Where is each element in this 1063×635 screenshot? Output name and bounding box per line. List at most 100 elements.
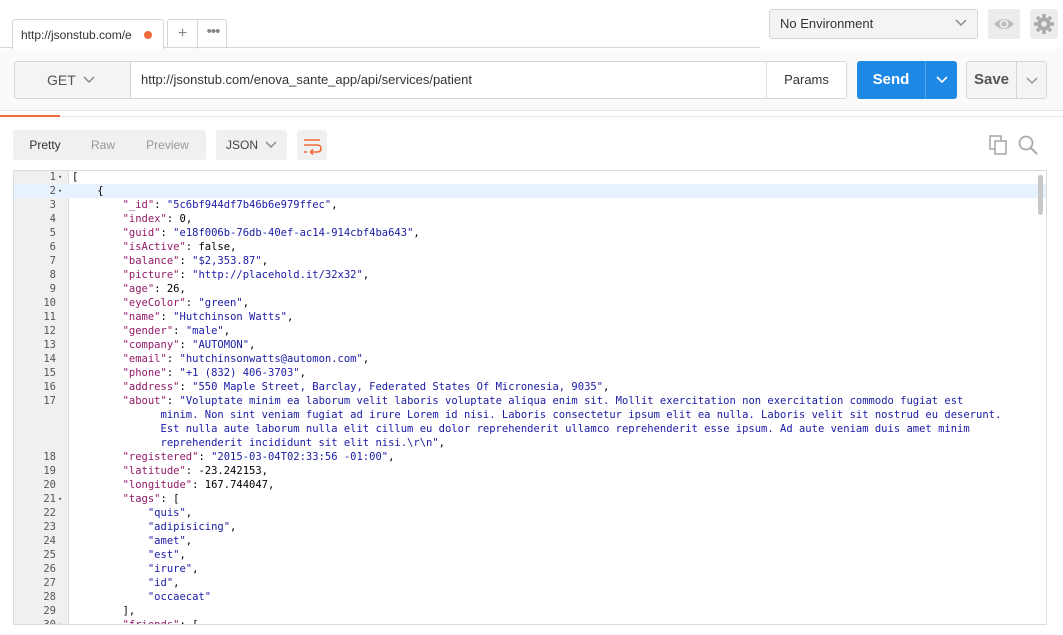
code-text: "registered": "2015-03-04T02:33:56 -01:0… xyxy=(122,451,395,463)
copy-icon xyxy=(989,135,1007,155)
code-line: 7 "balance": "$2,353.87", xyxy=(14,254,1046,268)
code-text: minim. Non sint veniam fugiat ad irure L… xyxy=(72,408,1002,422)
copy-button[interactable] xyxy=(988,134,1008,156)
json-value: "adipisicing" xyxy=(147,521,231,533)
code-line: 10 "eyeColor": "green", xyxy=(14,296,1046,310)
code-text: "amet", xyxy=(147,535,193,547)
scrollbar-track[interactable] xyxy=(1038,175,1044,615)
line-number: 12 xyxy=(43,325,56,337)
fold-toggle-icon[interactable]: ▾ xyxy=(58,171,62,184)
json-key: "balance" xyxy=(122,255,180,267)
params-button[interactable]: Params xyxy=(766,61,847,99)
code-line: 11 "name": "Hutchinson Watts", xyxy=(14,310,1046,324)
code-text: "friends": [ xyxy=(72,618,199,624)
wrap-lines-button[interactable] xyxy=(297,130,327,160)
code-text: "longitude": 167.744047, xyxy=(122,479,275,491)
code-text: ], xyxy=(122,605,136,617)
url-input[interactable]: http://jsonstub.com/enova_sante_app/api/… xyxy=(130,61,767,99)
json-key: "company" xyxy=(122,339,180,351)
json-value: "e18f006b-76db-40ef-ac14-914cbf4ba643" xyxy=(173,227,414,239)
json-value: "quis" xyxy=(147,507,186,519)
json-value: reprehenderit incididunt sit elit nisi.\… xyxy=(160,437,439,449)
response-body-editor[interactable]: 1 ▾[2 ▾ {3 "_id": "5c6bf944df7b46b6e979ffe… xyxy=(13,170,1047,625)
wrap-lines-icon xyxy=(304,139,322,156)
fold-toggle-icon[interactable]: ▾ xyxy=(58,618,62,624)
json-key: "_id" xyxy=(122,199,155,211)
send-button[interactable]: Send xyxy=(857,61,925,99)
json-key: "index" xyxy=(122,213,167,225)
method-select[interactable]: GET xyxy=(14,61,130,99)
new-tab-button[interactable]: + xyxy=(168,20,198,49)
settings-button[interactable] xyxy=(1030,9,1058,39)
code-line: 25 "est", xyxy=(14,548,1046,562)
tab-pretty[interactable]: Pretty xyxy=(13,130,77,160)
code-text: { xyxy=(97,185,104,197)
json-value: 167.744047 xyxy=(204,479,268,491)
chevron-down-icon xyxy=(936,76,948,84)
code-text: "picture": "http://placehold.it/32x32", xyxy=(122,269,370,281)
code-line: 21 ▾ "tags": [ xyxy=(14,492,1046,506)
code-line: 12 "gender": "male", xyxy=(14,324,1046,338)
json-key: "email" xyxy=(122,353,167,365)
json-value: "hutchinsonwatts@automon.com" xyxy=(179,353,363,365)
tab-actions: + ••• xyxy=(167,19,228,49)
format-select[interactable]: JSON xyxy=(216,130,287,160)
response-tab-indicator xyxy=(0,115,60,117)
request-tab[interactable]: http://jsonstub.com/e xyxy=(12,19,164,49)
code-line: 2 ▾ { xyxy=(14,184,1046,198)
code-line: 6 "isActive": false, xyxy=(14,240,1046,254)
fold-toggle-icon[interactable]: ▾ xyxy=(58,492,62,506)
json-value: "$2,353.87" xyxy=(192,255,262,267)
environment-select[interactable]: No Environment xyxy=(769,9,978,39)
save-button[interactable]: Save xyxy=(966,61,1016,99)
line-number: 9 xyxy=(49,283,56,295)
line-number: 23 xyxy=(43,521,56,533)
line-number: 22 xyxy=(43,507,56,519)
code-line: 4 "index": 0, xyxy=(14,212,1046,226)
code-text: "latitude": -23.242153, xyxy=(122,465,268,477)
scrollbar-thumb[interactable] xyxy=(1038,175,1043,215)
fold-toggle-icon[interactable]: ▾ xyxy=(58,184,62,198)
method-label: GET xyxy=(47,72,76,88)
json-value: Est nulla aute laborum nulla elit cillum… xyxy=(160,423,970,435)
code-text: "adipisicing", xyxy=(147,521,237,533)
code-line: 30 ▾ "friends": [ xyxy=(14,618,1046,625)
line-number: 24 xyxy=(43,535,56,547)
code-line: 15 "phone": "+1 (832) 406-3703", xyxy=(14,366,1046,380)
code-text: "isActive": false, xyxy=(122,241,237,253)
json-key: "eyeColor" xyxy=(122,297,186,309)
json-value: 26 xyxy=(166,283,180,295)
json-value: "http://placehold.it/32x32" xyxy=(192,269,363,281)
code-line: 3 "_id": "5c6bf944df7b46b6e979ffec", xyxy=(14,198,1046,212)
json-key: "name" xyxy=(122,311,161,323)
line-number: 28 xyxy=(43,591,56,603)
line-number: 19 xyxy=(43,465,56,477)
search-button[interactable] xyxy=(1016,134,1040,156)
json-value: "id" xyxy=(147,577,174,589)
json-value: "5c6bf944df7b46b6e979ffec" xyxy=(166,199,332,211)
code-text: "id", xyxy=(147,577,180,589)
line-number: 26 xyxy=(43,563,56,575)
code-line: 23 "adipisicing", xyxy=(14,520,1046,534)
tab-preview[interactable]: Preview xyxy=(129,130,206,160)
more-tabs-button[interactable]: ••• xyxy=(198,20,228,49)
code-text: [ xyxy=(72,171,79,183)
send-options-button[interactable] xyxy=(925,61,957,99)
tab-raw[interactable]: Raw xyxy=(77,130,129,160)
json-value: "550 Maple Street, Barclay, Federated St… xyxy=(192,381,604,393)
format-label: JSON xyxy=(226,138,259,152)
json-value: "2015-03-04T02:33:56 -01:00" xyxy=(211,451,389,463)
line-number: 27 xyxy=(43,577,56,589)
code-text: "est", xyxy=(147,549,186,561)
environment-quick-look-button[interactable] xyxy=(988,9,1020,39)
code-line: 1 ▾ [ xyxy=(14,171,1046,184)
code-line: 16 "address": "550 Maple Street, Barclay… xyxy=(14,380,1046,394)
json-value: false xyxy=(198,241,231,253)
code-text: "phone": "+1 (832) 406-3703", xyxy=(122,367,306,379)
search-icon xyxy=(1018,135,1038,155)
code-line: 20 "longitude": 167.744047, xyxy=(14,478,1046,492)
json-key: "picture" xyxy=(122,269,180,281)
json-value: "Hutchinson Watts" xyxy=(173,311,287,323)
line-number: 30 xyxy=(43,619,56,625)
save-options-button[interactable] xyxy=(1016,61,1047,99)
